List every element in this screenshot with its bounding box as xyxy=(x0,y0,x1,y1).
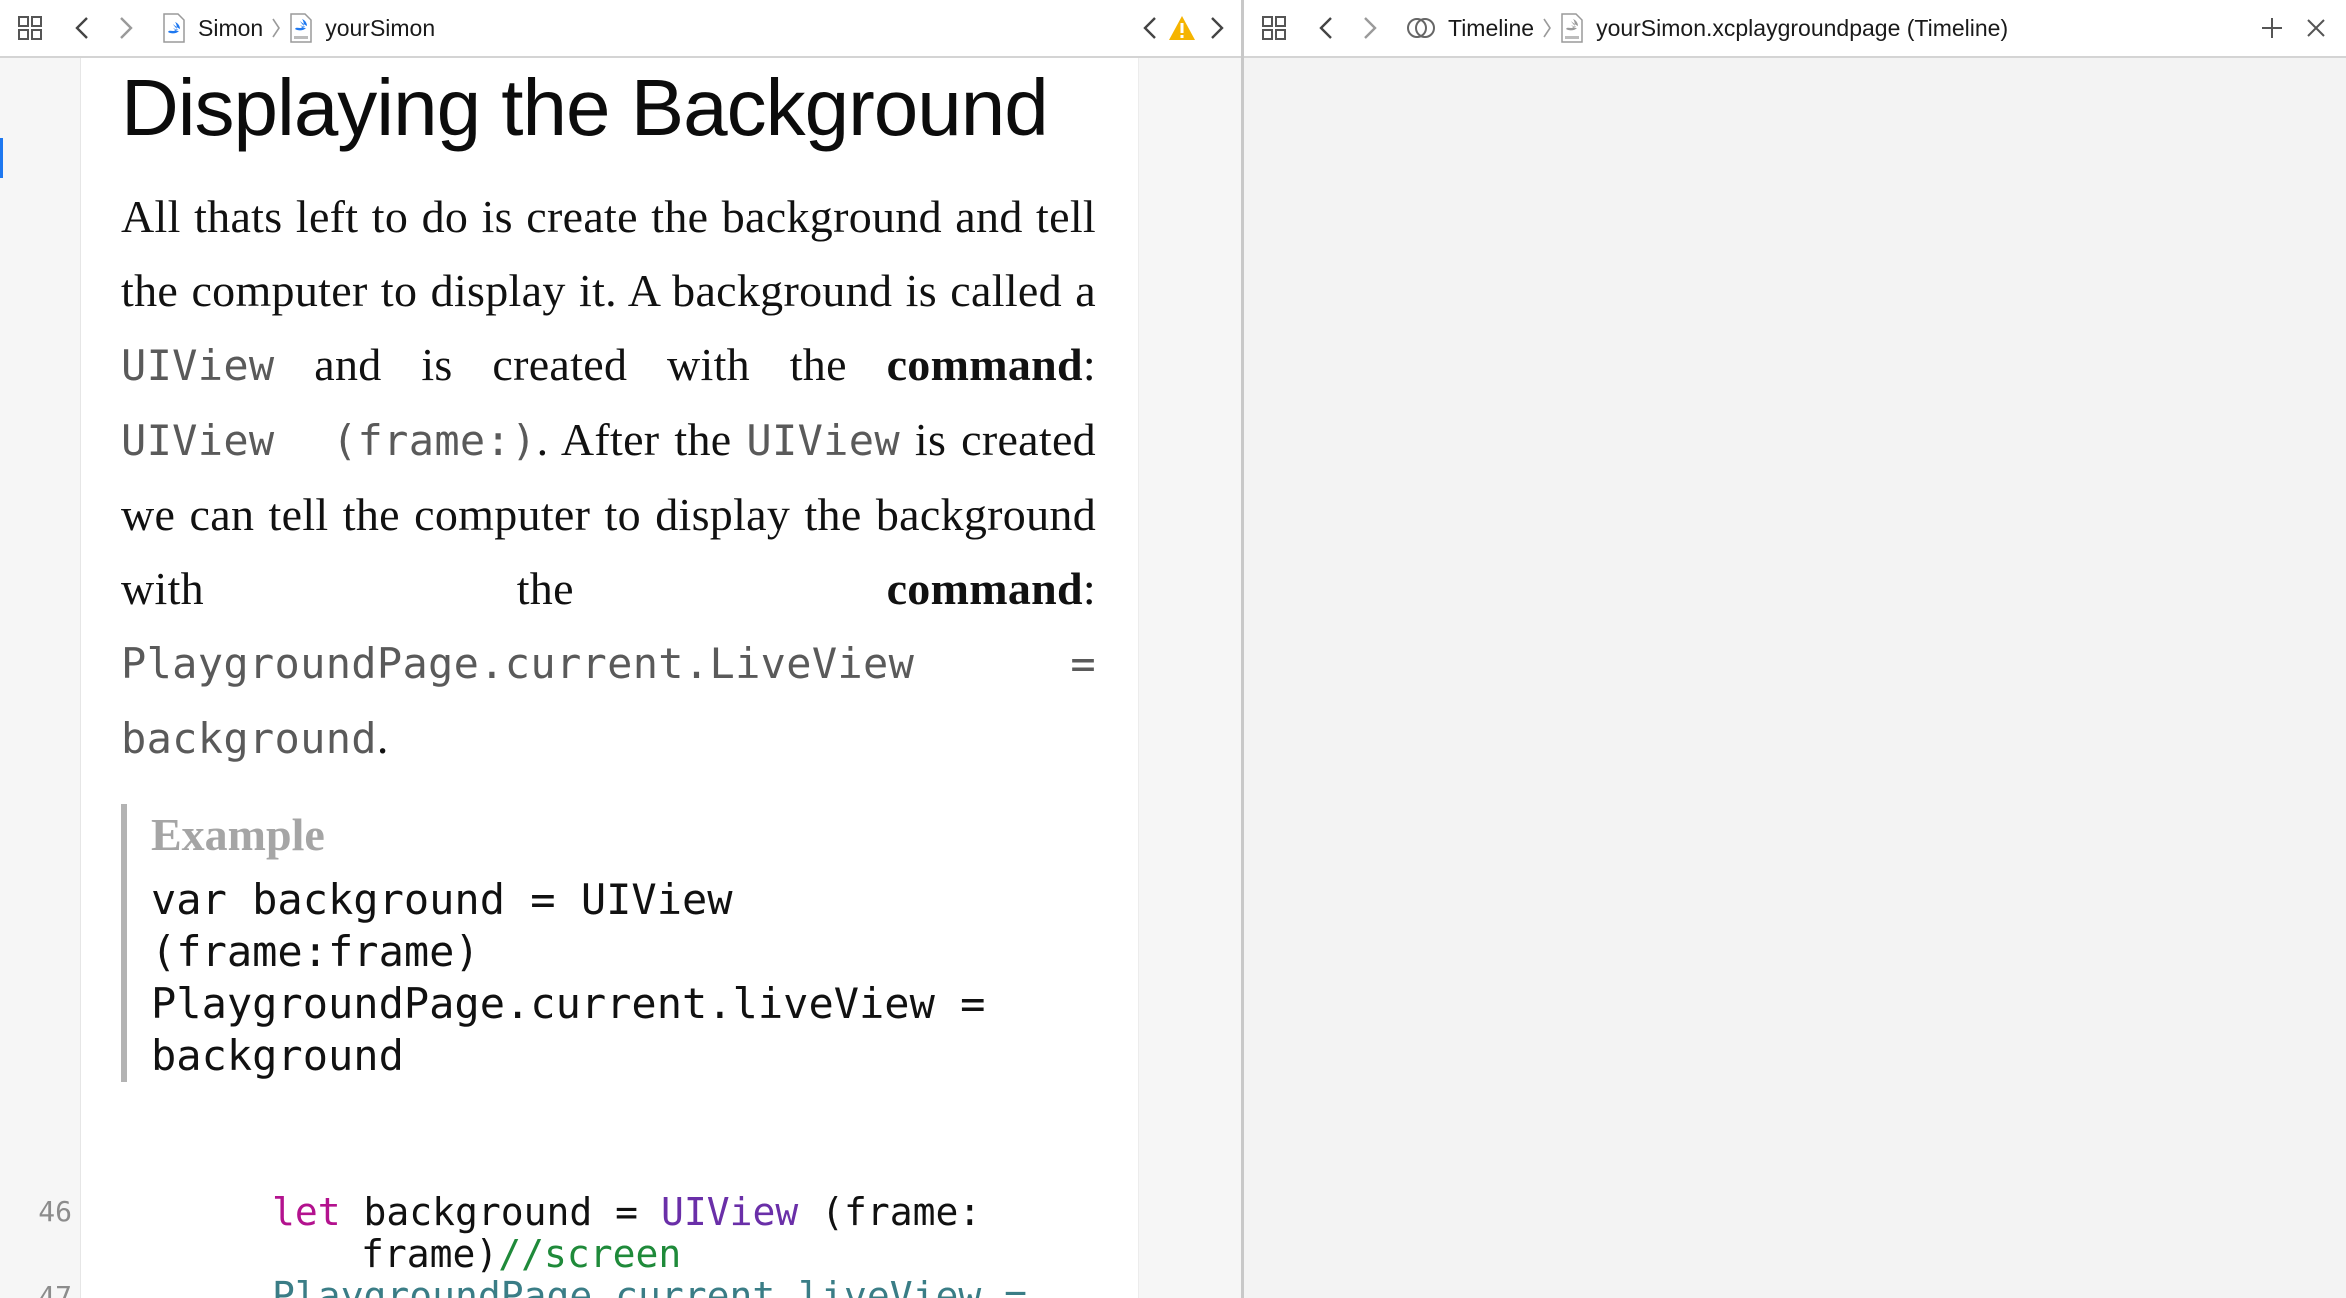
right-jump-bar: Timeline yourSimon.xcplaygroundpage (Tim… xyxy=(1244,0,2346,58)
forward-chevron-icon[interactable] xyxy=(1348,0,1392,57)
close-icon[interactable] xyxy=(2294,0,2338,57)
page-title: Displaying the Background xyxy=(121,63,1049,152)
back-chevron-icon[interactable] xyxy=(1304,0,1348,57)
breadcrumb-label: yourSimon.xcplaygroundpage (Timeline) xyxy=(1596,14,2009,41)
swift-file-icon xyxy=(162,13,186,43)
example-label: Example xyxy=(151,809,325,860)
assistant-editor-pane: Timeline yourSimon.xcplaygroundpage (Tim… xyxy=(1244,0,2346,1298)
example-code: var background = UIView (frame:frame) Pl… xyxy=(151,875,986,1080)
line-number: 46 xyxy=(38,1195,72,1228)
add-editor-plus-icon[interactable] xyxy=(2250,0,2294,57)
bold-term: command xyxy=(886,339,1083,390)
text-run: . After the xyxy=(536,414,747,465)
text-run: : xyxy=(1082,563,1096,614)
previous-issue-chevron-icon[interactable] xyxy=(1135,0,1165,57)
related-items-icon[interactable] xyxy=(1244,0,1304,57)
keyword: let xyxy=(272,1190,341,1234)
playground-page-icon xyxy=(289,13,313,43)
breadcrumb-timeline[interactable]: Timeline xyxy=(1406,14,1534,42)
timeline-icon xyxy=(1406,14,1436,42)
results-sidebar xyxy=(1138,58,1241,1298)
breadcrumb-separator-icon xyxy=(1542,17,1552,39)
text-run: and is created with the xyxy=(274,339,887,390)
line-number: 47 xyxy=(38,1280,72,1298)
breadcrumb-separator-icon xyxy=(271,17,281,39)
rendered-markup: Displaying the Background All thats left… xyxy=(121,58,1096,1082)
warning-icon[interactable] xyxy=(1165,0,1199,57)
line-number-gutter xyxy=(0,58,81,1298)
forward-chevron-icon[interactable] xyxy=(104,0,148,57)
breadcrumb-label: Timeline xyxy=(1448,14,1535,41)
left-jump-bar: Simon yourSimon xyxy=(0,0,1241,58)
bold-term: command xyxy=(886,563,1083,614)
breadcrumb-label: yourSimon xyxy=(325,14,436,41)
type-name: UIView xyxy=(660,1190,799,1234)
breadcrumb-timeline-file[interactable]: yourSimon.xcplaygroundpage (Timeline) xyxy=(1560,13,2008,43)
related-items-icon[interactable] xyxy=(0,0,60,57)
comment: //screen xyxy=(498,1232,682,1276)
text-run: : xyxy=(1082,339,1096,390)
code-line-continuation[interactable]: frame)//screen xyxy=(361,1232,681,1276)
inline-code: UIView (frame:) xyxy=(121,416,537,465)
next-issue-chevron-icon[interactable] xyxy=(1199,0,1235,57)
inline-code: UIView xyxy=(746,416,900,465)
inline-code: PlaygroundPage.current.LiveView = backgr… xyxy=(121,639,1122,763)
code-line[interactable]: PlaygroundPage.current.liveView = xyxy=(272,1274,1027,1298)
text-run: All thats left to do is create the backg… xyxy=(121,191,1096,316)
code-text: (frame: xyxy=(798,1190,982,1234)
code-line[interactable]: let background = UIView (frame: xyxy=(272,1190,981,1234)
inline-code: UIView xyxy=(121,341,275,390)
description-paragraph: All thats left to do is create the backg… xyxy=(121,180,1096,776)
current-line-marker xyxy=(0,138,3,178)
playground-page-icon xyxy=(1560,13,1584,43)
breadcrumb-label: Simon xyxy=(198,14,264,41)
timeline-canvas xyxy=(1244,58,2346,1298)
editor-pane: Simon yourSimon Displaying the Backgroun… xyxy=(0,0,1241,1298)
breadcrumb-simon[interactable]: Simon xyxy=(162,13,263,43)
code-text: frame) xyxy=(361,1232,499,1276)
code-text: background = xyxy=(340,1190,661,1234)
text-run: . xyxy=(376,712,389,763)
breadcrumb-yoursimon[interactable]: yourSimon xyxy=(289,13,435,43)
back-chevron-icon[interactable] xyxy=(60,0,104,57)
example-callout: Example var background = UIView (frame:f… xyxy=(121,804,1096,1082)
